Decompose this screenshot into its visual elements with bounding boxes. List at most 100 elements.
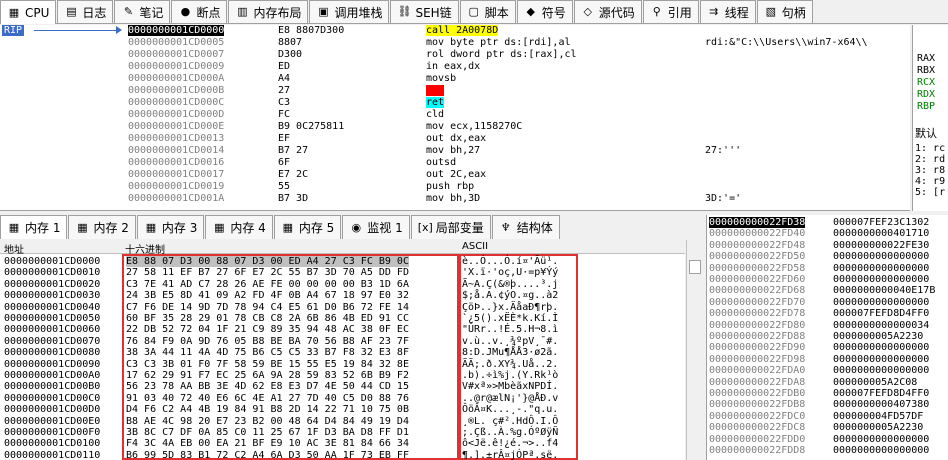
register-default-tab[interactable]: 默认	[915, 125, 937, 141]
tab-symbol[interactable]: ◆ 符号	[516, 0, 573, 23]
memory-map-icon: ▥	[237, 5, 248, 18]
memory-row[interactable]: 0000000001CD00B0 56 23 78 AA BB 3E 4D 62 …	[0, 381, 685, 392]
memory-row[interactable]: 0000000001CD0080 38 3A 44 11 4A 4D 75 B6 …	[0, 347, 685, 358]
disasm-bytes: B7 3D	[278, 193, 309, 204]
memory-row[interactable]: 0000000001CD00F0 3B 8C C7 DF 0A 85 C0 11 …	[0, 427, 685, 438]
tab-threads[interactable]: ⇉ 线程	[699, 0, 756, 23]
stack-address: 000000000022FD48	[709, 239, 806, 251]
disasm-row[interactable]: 0000000001CD0016 6F outsd	[0, 157, 910, 168]
disasm-address: 0000000001CD001A	[128, 193, 225, 204]
disasm-address: 0000000001CD0014	[128, 145, 225, 156]
disasm-address: 0000000001CD000B	[128, 85, 225, 96]
disasm-bytes: E7 2C	[278, 169, 309, 180]
disasm-row[interactable]: 0000000001CD0013 EF out dx,eax	[0, 133, 910, 144]
memory-ascii: ÃÃ;.ð.XY¾.Uå..2.	[462, 358, 559, 370]
memory-row[interactable]: 0000000001CD0010 27 58 11 EF B7 27 6F E7 …	[0, 267, 685, 278]
memory-row[interactable]: 0000000001CD0020 C3 7E 41 AD C7 28 26 AE …	[0, 279, 685, 290]
memory-row[interactable]: 0000000001CD0070 76 84 F9 0A 9D 76 05 B8 …	[0, 336, 685, 347]
tab-label: 断点	[196, 5, 221, 20]
disasm-row[interactable]: 0000000001CD000B 27???	[0, 85, 910, 96]
tab-监视1[interactable]: ◉ 监视 1	[342, 215, 410, 239]
memory-hex: 22 DB 52 72 04 1F 21 C9 89 35 94 48 AC 3…	[126, 324, 409, 336]
memory-hex: 3B 8C C7 DF 0A 85 C0 11 25 67 1F D3 BA D…	[126, 427, 409, 438]
memory-row[interactable]: 0000000001CD00E0 B8 AE 4C 98 20 E7 23 B2 …	[0, 416, 685, 427]
scroll-thumb[interactable]	[689, 260, 701, 274]
memory-dump[interactable]: 0000000001CD0000 E8 88 07 D3 00 88 07 D3 …	[0, 254, 685, 460]
disasm-row[interactable]: 0000000001CD000A A4 movsb	[0, 73, 910, 84]
tab-内存5[interactable]: ▦ 内存 5	[273, 215, 342, 239]
register-rcx[interactable]: RCX	[917, 77, 935, 88]
tab-seh[interactable]: ⛓ SEH链	[390, 0, 459, 23]
register-panel[interactable]: RAX RBX RCX RDX RBP 默认 1: rc 2: rd 3: r8 4: r9 5: …	[912, 25, 948, 211]
disassembly-view[interactable]: RIP 0000000001CD0000 E8 8807D300 call 2A007…	[0, 25, 910, 211]
tab-内存1[interactable]: ▦ 内存 1	[0, 215, 68, 239]
disasm-row[interactable]: 0000000001CD0009 ED in eax,dx	[0, 61, 910, 72]
disasm-row[interactable]: 0000000001CD0019 55 push rbp	[0, 181, 910, 192]
tab-memory-map[interactable]: ▥ 内存布局	[228, 0, 309, 23]
stack-value: 0000000000000000	[833, 433, 930, 445]
disasm-row[interactable]: 0000000001CD0014 B7 27 mov bh,27 27:'''	[0, 145, 910, 156]
tab-label: 调用堆栈	[334, 5, 383, 20]
tab-label: 内存布局	[253, 5, 302, 20]
tab-source[interactable]: ◇ 源代码	[573, 0, 642, 23]
disasm-row[interactable]: 0000000001CD0017 E7 2C out 2C,eax	[0, 169, 910, 180]
disasm-row[interactable]: 0000000001CD000D FC cld	[0, 109, 910, 120]
memory-hex: C7 F6 DE 14 9D 7D 78 94 C4 E5 61 D0 B6 7…	[126, 301, 409, 313]
top-tab-bar: ▦ CPU ▤ 日志 ✎ 笔记 ● 断点 ▥ 内存布局 ▣ 调用堆栈 ⛓ SEH链 ▢ 脚本 ◆ 符号 ◇ 源代码 ⚲ 引…	[0, 0, 948, 24]
seh-icon: ⛓	[397, 5, 412, 18]
stack-value: 0000000005A2230	[833, 422, 924, 434]
memory-row[interactable]: 0000000001CD0040 C7 F6 DE 14 9D 7D 78 94 …	[0, 302, 685, 313]
memory-scrollbar[interactable]	[686, 240, 703, 460]
tab-script[interactable]: ▢ 脚本	[459, 0, 516, 23]
tab-结构体[interactable]: ♆ 结构体	[491, 215, 560, 239]
memory-address: 0000000001CD0110	[4, 449, 101, 460]
memory-hex: 24 3B E5 8D 41 09 A2 FD 4F 0B A4 67 18 9…	[126, 290, 409, 302]
tab-内存4[interactable]: ▦ 内存 4	[205, 215, 273, 239]
memory-row[interactable]: 0000000001CD0050 60 BF 35 28 29 01 78 CB …	[0, 313, 685, 324]
tab-局部变量[interactable]: [x] 局部变量	[410, 215, 491, 239]
tab-references[interactable]: ⚲ 引用	[642, 0, 699, 23]
tab-内存2[interactable]: ▦ 内存 2	[68, 215, 136, 239]
stack-address: 000000000022FDC0	[709, 410, 806, 422]
disasm-address: 0000000001CD000C	[128, 97, 225, 108]
header-ascii: ASCII	[462, 241, 489, 252]
memory-row[interactable]: 0000000001CD0100 F4 3C 4A EB 00 EA 21 BF …	[0, 438, 685, 449]
memory-row[interactable]: 0000000001CD0030 24 3B E5 8D 41 09 A2 FD …	[0, 290, 685, 301]
memory-ascii: .b).÷ì%j.(Y.Rk¹ò	[462, 370, 559, 381]
memory-row[interactable]: 0000000001CD0090 C3 C3 3B 01 F0 7F 58 59 …	[0, 359, 685, 370]
disasm-row[interactable]: 0000000001CD0000 E8 8807D300 call 2A0078D	[0, 25, 910, 36]
register-rax[interactable]: RAX	[917, 53, 935, 64]
disasm-row[interactable]: 0000000001CD0005 8807 mov byte ptr ds:[rdi…	[0, 37, 910, 48]
disasm-row[interactable]: 0000000001CD0007 D300 rol dword ptr ds:[ra…	[0, 49, 910, 60]
memory-row[interactable]: 0000000001CD00D0 D4 F6 C2 A4 4B 19 84 91 …	[0, 404, 685, 415]
memory-row[interactable]: 0000000001CD0060 22 DB 52 72 04 1F 21 C9 …	[0, 324, 685, 335]
disasm-comment: 27:'''	[705, 145, 742, 156]
tab-handles[interactable]: ▧ 句柄	[756, 0, 813, 23]
memory-row[interactable]: 0000000001CD00C0 91 03 40 72 40 E6 6C 4E …	[0, 393, 685, 404]
tab-cpu[interactable]: ▦ CPU	[0, 0, 57, 24]
tab-notes[interactable]: ✎ 笔记	[114, 0, 171, 23]
stack-view[interactable]: 000000000022FD38 000007FEF23C1302 00000000…	[706, 215, 948, 460]
tab-breakpoint[interactable]: ● 断点	[171, 0, 228, 23]
register-rdx[interactable]: RDX	[917, 89, 935, 100]
memory-row[interactable]: 0000000001CD0110 B6 99 5D 83 B1 72 C2 A4 …	[0, 450, 685, 460]
disasm-row[interactable]: 0000000001CD000E B9 0C275811 mov ecx,11582…	[0, 121, 910, 132]
memory-row[interactable]: 0000000001CD00A0 17 62 29 91 F7 EC 25 6A …	[0, 370, 685, 381]
memory-ascii: $;å.A.¢ýO.¤g..à2	[462, 290, 559, 302]
tab-log[interactable]: ▤ 日志	[57, 0, 114, 23]
stack-address: 000000000022FD50	[709, 251, 806, 263]
tab-label: 结构体	[516, 221, 553, 235]
memory-ascii: ¸®L. ç#².HdÔ.I.Ô	[462, 415, 559, 427]
disasm-row[interactable]: 0000000001CD000C C3 ret	[0, 97, 910, 108]
memory-row[interactable]: 0000000001CD0000 E8 88 07 D3 00 88 07 D3 …	[0, 256, 685, 267]
register-rbx[interactable]: RBX	[917, 65, 935, 76]
disasm-instruction: rol dword ptr ds:[rax],cl	[426, 49, 577, 60]
disasm-row[interactable]: 0000000001CD001A B7 3D mov bh,3D 3D:'='	[0, 193, 910, 204]
struct-icon: ♆	[500, 220, 511, 234]
tab-call-stack[interactable]: ▣ 调用堆栈	[309, 0, 390, 23]
tab-label: 监视 1	[367, 221, 403, 235]
register-rbp[interactable]: RBP	[917, 101, 935, 112]
memory-ascii: è..Ó...Ó.í¤'Ãü¹.	[462, 256, 559, 267]
tab-内存3[interactable]: ▦ 内存 3	[136, 215, 205, 239]
memory-address: 0000000001CD0000	[4, 256, 101, 267]
